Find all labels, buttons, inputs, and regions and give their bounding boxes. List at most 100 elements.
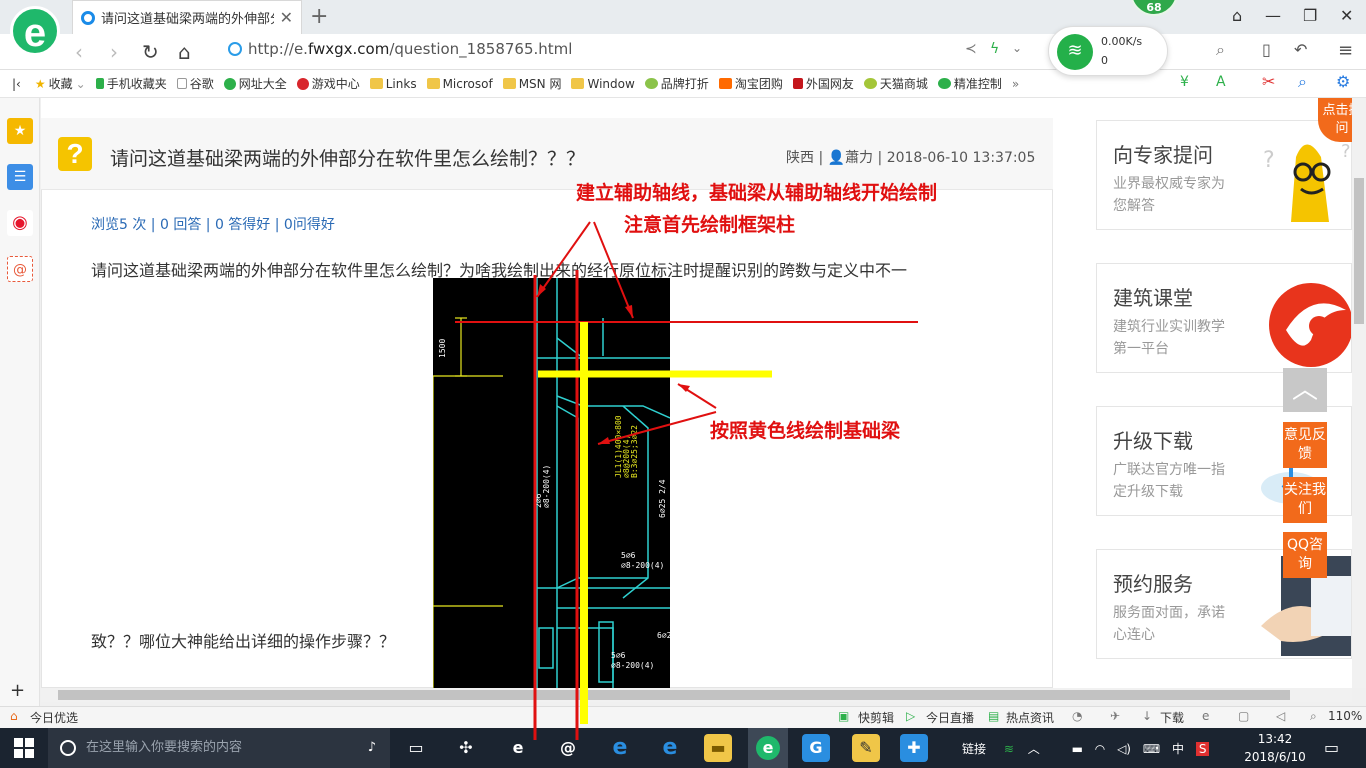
qq-consult-button[interactable]: QQ咨询 [1283,532,1327,578]
more-bookmarks-icon[interactable]: » [1012,77,1019,91]
network-widget[interactable]: ≋ 0.00K/s 0 [1048,26,1168,76]
share-icon[interactable]: ≺ [965,41,977,57]
annotation-text-3: 按照黄色线绘制基础梁 [710,420,901,442]
window-mode-icon[interactable]: ▢ [1238,709,1249,723]
bookmark-microsoft[interactable]: Microsof [426,77,493,91]
tray-wifi-icon[interactable]: ≋ [1004,742,1014,756]
tray-expand-icon[interactable]: ︿ [1028,742,1040,756]
file-explorer-icon[interactable]: ▬ [704,734,732,762]
sidebar-toggle-icon[interactable]: |‹ [12,77,21,91]
pin-icon[interactable]: ✈ [1110,709,1120,723]
sogou-icon[interactable]: S [1195,742,1210,756]
bookmark-msn[interactable]: MSN 网 [502,75,561,92]
new-tab-icon[interactable]: + [310,4,328,29]
fan-app-icon[interactable]: ✣ [452,734,480,762]
vertical-scroll-thumb[interactable] [1354,178,1364,324]
card-ask-expert-title: 向专家提问 [1113,143,1213,167]
question-author[interactable]: 蕭力 [845,150,873,166]
ie-mode-icon[interactable]: e [1202,709,1209,723]
add-sidebar-icon[interactable]: + [10,680,25,701]
today-picks[interactable]: 今日优选 [30,709,78,726]
tray-network-icon[interactable]: ◠ [1095,742,1105,756]
tray-keyboard-icon[interactable]: ⌨ [1143,742,1160,756]
bookmark-precise[interactable]: 精准控制 [937,75,1002,92]
favorites-icon[interactable]: ★ [7,118,33,144]
menu-icon[interactable]: ≡ [1338,40,1353,61]
tray-device-icon[interactable]: ▬ [1072,742,1083,756]
shield-icon[interactable]: ¥ [1180,74,1189,90]
plus-app-icon[interactable]: ✚ [900,734,928,762]
question-stats[interactable]: 浏览5 次 | 0 回答 | 0 答得好 | 0问得好 [91,214,335,234]
tray-volume-icon[interactable]: ◁) [1117,742,1131,756]
spiral-app-icon[interactable]: @ [554,734,582,762]
card-building-class[interactable]: 建筑课堂 建筑行业实训教学第一平台 [1096,263,1352,373]
browser-logo-icon[interactable]: e [10,6,60,56]
taskbar-clock[interactable]: 13:42 2018/6/10 [1240,730,1310,766]
search-icon[interactable]: ⌕ [1216,40,1225,60]
question-title: 请问这道基础梁两端的外伸部分在软件里怎么绘制？？？ [110,148,586,170]
back-icon[interactable]: ‹ [75,40,83,64]
link-label[interactable]: 链接 [962,742,986,756]
card-ask-expert[interactable]: 向专家提问 业界最权威专家为您解答 ?? [1096,120,1352,230]
bookmark-foreign[interactable]: 外国网友 [792,75,854,92]
window-close-icon[interactable]: ✕ [1340,6,1353,25]
notes-app-icon[interactable]: ✎ [852,734,880,762]
edge-icon[interactable]: e [606,734,634,762]
chevron-down-icon[interactable]: ⌄ [1012,41,1022,55]
bookmark-windows[interactable]: Window [571,77,635,91]
ime-indicator[interactable]: 中 [1172,742,1184,756]
forward-icon[interactable]: › [110,40,118,64]
kuaijianji-link[interactable]: 快剪辑 [858,709,894,726]
bookmark-tmall[interactable]: 天猫商城 [863,75,928,92]
action-center-icon[interactable]: ▭ [1324,738,1339,757]
secure-icon [228,42,242,56]
url-field[interactable]: http://e.fwxgx.com/question_1858765.html [228,40,572,58]
live-link[interactable]: 今日直播 [926,709,974,726]
shirt-skin-icon[interactable]: ⌂ [1232,6,1242,25]
net-count: 0 [1101,54,1108,67]
restore-icon[interactable]: ❐ [1303,6,1317,25]
mail-icon[interactable]: @ [7,256,33,282]
news-link[interactable]: 热点资讯 [1006,709,1054,726]
taskbar-search-input[interactable]: 在这里输入你要搜索的内容 ♪ [48,728,390,768]
lightning-icon[interactable]: ϟ [990,41,999,57]
list-icon[interactable]: ☰ [7,164,33,190]
magnifier-icon[interactable]: ⌕ [1298,72,1307,92]
glodon-icon[interactable]: G [802,734,830,762]
undo-icon[interactable]: ↶ [1294,40,1307,59]
bookmark-games[interactable]: 游戏中心 [296,75,360,92]
task-view-icon[interactable]: ▭ [402,734,430,762]
scissors-icon[interactable]: ✂ [1262,72,1275,91]
home-icon[interactable]: ⌂ [178,40,191,64]
bookmark-favorites[interactable]: ★ 收藏 ⌄ [35,75,86,92]
cortana-icon [60,740,76,756]
microphone-icon[interactable]: ♪ [368,728,376,768]
ie-browser-icon[interactable]: e [504,734,532,762]
feedback-button[interactable]: 意见反馈 [1283,422,1327,468]
windows-start-icon[interactable] [14,738,34,758]
follow-button[interactable]: 关注我们 [1283,477,1327,523]
bookmark-links[interactable]: Links [369,77,417,91]
translate-icon[interactable]: A [1216,74,1226,90]
phone-icon[interactable]: ▯ [1262,40,1271,59]
zoom-level[interactable]: 110% [1328,709,1362,723]
speed-icon[interactable]: ◔ [1072,709,1082,723]
bookmark-brand[interactable]: 品牌打折 [644,75,709,92]
taskbar-active-browser[interactable]: e [748,728,788,768]
horizontal-scroll-thumb[interactable] [58,690,1290,700]
tab-active[interactable]: 请问这道基础梁两端的外伸部分在 ✕ [72,0,302,34]
bookmark-google[interactable]: 谷歌 [176,75,214,92]
bookmark-sites[interactable]: 网址大全 [223,75,287,92]
refresh-icon[interactable]: ↻ [142,40,159,64]
bookmark-mobile[interactable]: 手机收藏夹 [95,75,167,92]
url-path: /question_1858765.html [389,40,573,58]
tab-close-icon[interactable]: ✕ [280,8,293,27]
minimize-icon[interactable]: — [1265,6,1281,25]
tools-icon[interactable]: ⚙ [1336,72,1350,91]
back-to-top-icon[interactable]: ︿ [1283,368,1327,412]
internet-explorer-icon[interactable]: e [656,734,684,762]
mute-icon[interactable]: ◁ [1276,709,1285,723]
weibo-icon[interactable]: ◉ [7,210,33,236]
download-link[interactable]: 下载 [1160,709,1184,726]
bookmark-taobao[interactable]: 淘宝团购 [718,75,783,92]
